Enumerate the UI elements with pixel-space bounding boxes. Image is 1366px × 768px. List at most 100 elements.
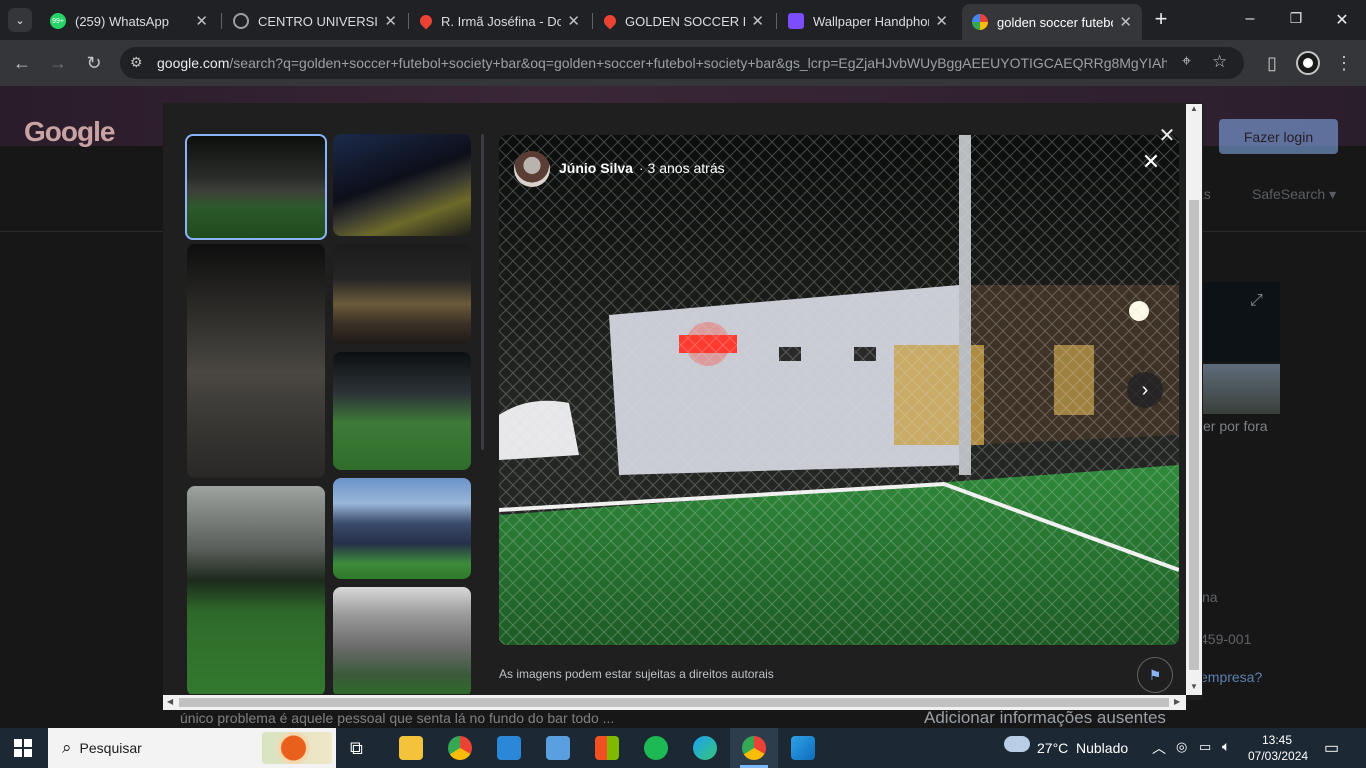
- menu-kebab-icon[interactable]: ⋮: [1333, 53, 1355, 73]
- restore-button[interactable]: ❐: [1286, 10, 1306, 30]
- clock[interactable]: 13:45 07/03/2024: [1248, 732, 1309, 764]
- tab-whatsapp[interactable]: 99+ (259) WhatsApp ✕: [40, 6, 218, 36]
- copyright-notice: As imagens podem estar sujeitas a direit…: [499, 667, 774, 681]
- photos-icon[interactable]: [791, 736, 815, 760]
- file-explorer-icon[interactable]: [399, 736, 423, 760]
- tab-golden-search[interactable]: golden soccer futebo ✕: [962, 4, 1142, 40]
- thumbnail[interactable]: [333, 244, 471, 344]
- address-bar[interactable]: ⚙ google.com/search?q=golden+soccer+fute…: [120, 47, 1244, 79]
- tab-divider: [221, 13, 222, 29]
- next-image-button[interactable]: ›: [1127, 372, 1163, 408]
- forward-icon[interactable]: →: [47, 53, 69, 73]
- thumbnail-grid: [185, 134, 475, 694]
- modal-vertical-scrollbar[interactable]: ▲ ▼: [1186, 104, 1202, 695]
- scroll-down-icon[interactable]: ▼: [1190, 682, 1198, 691]
- minimize-button[interactable]: –: [1240, 10, 1260, 30]
- profile-avatar[interactable]: [1298, 53, 1318, 73]
- mail-icon[interactable]: [497, 736, 521, 760]
- tab-wallpaper[interactable]: Wallpaper Handphone ✕: [778, 6, 958, 36]
- expand-icon[interactable]: ⤢: [1250, 292, 1263, 310]
- safesearch-menu[interactable]: SafeSearch ▾: [1252, 186, 1336, 203]
- restore-icon: ❐: [1289, 10, 1303, 26]
- tab-divider: [776, 13, 777, 29]
- close-icon[interactable]: ✕: [935, 12, 948, 30]
- thumbnail[interactable]: [333, 134, 471, 236]
- caret-down-icon: ▾: [1329, 186, 1337, 202]
- tab-title: (259) WhatsApp: [75, 13, 169, 29]
- bg-empresa-link[interactable]: empresa?: [1200, 669, 1262, 685]
- location-icon[interactable]: ⌖: [1182, 53, 1191, 71]
- thumbnail[interactable]: [333, 352, 471, 470]
- tab-centro[interactable]: CENTRO UNIVERSITÁRIO ✕: [223, 6, 407, 36]
- plus-icon: +: [1154, 6, 1168, 31]
- scrollbar-thumb[interactable]: [1189, 200, 1199, 670]
- reload-icon[interactable]: ↻: [83, 53, 105, 73]
- url-path: /search?q=golden+soccer+futebol+society+…: [229, 55, 1167, 71]
- weather-desc[interactable]: Nublado: [1076, 740, 1128, 756]
- back-icon[interactable]: ←: [11, 53, 33, 73]
- task-view-icon[interactable]: ⧉: [350, 738, 363, 759]
- new-tab-button[interactable]: +: [1150, 8, 1172, 32]
- close-icon[interactable]: ✕: [1119, 13, 1132, 31]
- scroll-left-icon[interactable]: ◀: [167, 697, 173, 706]
- close-icon[interactable]: ✕: [195, 12, 208, 30]
- maps-pin-icon: [417, 12, 435, 30]
- network-icon[interactable]: ▭: [1199, 739, 1211, 755]
- scrollbar-thumb[interactable]: [179, 698, 1169, 707]
- site-info-icon[interactable]: ⚙: [130, 54, 143, 71]
- spotify-icon[interactable]: [644, 736, 668, 760]
- tray-chevron-up-icon[interactable]: ︿: [1152, 738, 1166, 758]
- close-icon[interactable]: ✕: [384, 12, 397, 30]
- add-info-link[interactable]: Adicionar informações ausentes: [924, 708, 1166, 728]
- meet-icon[interactable]: ◎: [1176, 739, 1187, 755]
- tab-title: CENTRO UNIVERSITÁRIO: [258, 13, 378, 29]
- tab-search-button[interactable]: ⌄: [8, 8, 32, 32]
- tab-maps-rua[interactable]: R. Irmã Joséfina - Dom ✕: [410, 6, 590, 36]
- volume-icon[interactable]: 🔈︎: [1222, 738, 1230, 755]
- tab-title: R. Irmã Joséfina - Dom: [441, 13, 562, 29]
- thumbnail[interactable]: [333, 587, 471, 694]
- search-highlight-image: [262, 732, 332, 764]
- thumbnail-selected[interactable]: [185, 134, 327, 240]
- edge-icon[interactable]: [693, 736, 717, 760]
- store-icon[interactable]: [595, 736, 619, 760]
- scroll-up-icon[interactable]: ▲: [1190, 104, 1198, 113]
- globe-icon: [233, 13, 249, 29]
- thumbnail[interactable]: [187, 244, 325, 478]
- clock-time: 13:45: [1261, 733, 1293, 747]
- thumbnail[interactable]: [187, 486, 325, 694]
- author-name[interactable]: Júnio Silva: [559, 160, 633, 176]
- soccer-field-photo: [499, 135, 1179, 645]
- tab-title: GOLDEN SOCCER Fut: [625, 13, 745, 29]
- chrome-active-icon[interactable]: [742, 736, 766, 760]
- url-text[interactable]: google.com/search?q=golden+soccer+futebo…: [157, 55, 1167, 71]
- chevron-down-icon: ⌄: [15, 14, 25, 27]
- clock-date: 07/03/2024: [1248, 749, 1309, 763]
- author-avatar[interactable]: [514, 151, 550, 187]
- side-panel-icon[interactable]: ▯: [1261, 53, 1283, 73]
- close-window-button[interactable]: ✕: [1332, 10, 1352, 30]
- notifications-icon[interactable]: ▭: [1324, 738, 1339, 758]
- report-button[interactable]: ⚑: [1137, 657, 1173, 693]
- modal-close-button[interactable]: ✕: [1153, 123, 1181, 148]
- thumbnail-scrollbar[interactable]: [481, 134, 484, 450]
- thumbnail[interactable]: [333, 478, 471, 579]
- google-logo[interactable]: Google: [24, 116, 115, 148]
- bg-text-na: na: [1202, 589, 1218, 605]
- close-icon[interactable]: ✕: [567, 12, 580, 30]
- calculator-icon[interactable]: [546, 736, 570, 760]
- cloud-icon: [1004, 736, 1030, 752]
- weather-temp[interactable]: 27°C: [1037, 740, 1068, 756]
- video-icon: [788, 13, 804, 29]
- login-button[interactable]: Fazer login: [1219, 119, 1338, 154]
- bookmark-star-icon[interactable]: ☆: [1212, 52, 1227, 72]
- windows-start-button[interactable]: [14, 739, 32, 757]
- chrome-icon[interactable]: [448, 736, 472, 760]
- close-icon[interactable]: ✕: [751, 12, 764, 30]
- tab-divider: [408, 13, 409, 29]
- taskbar-search[interactable]: ⌕ Pesquisar: [48, 728, 336, 768]
- safesearch-label: SafeSearch: [1252, 186, 1326, 202]
- scroll-right-icon[interactable]: ▶: [1174, 697, 1180, 706]
- tab-maps-golden[interactable]: GOLDEN SOCCER Fut ✕: [594, 6, 774, 36]
- viewer-close-button[interactable]: ✕: [1136, 149, 1166, 175]
